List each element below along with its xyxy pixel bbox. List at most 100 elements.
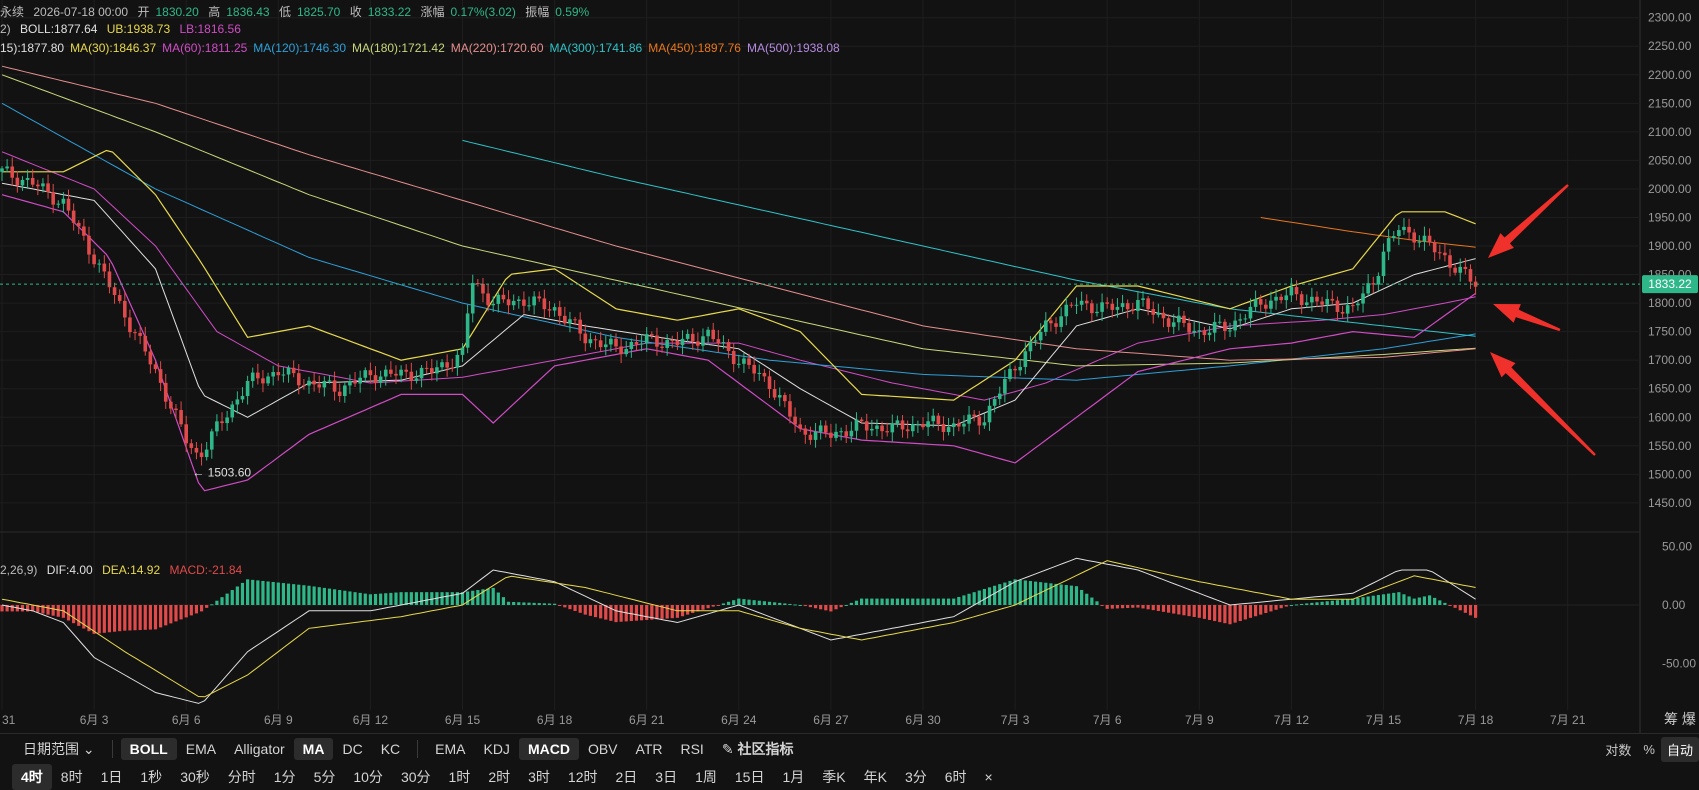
macd-histogram-bar — [1463, 605, 1467, 613]
community-indicators-button[interactable]: ✎ 社区指标 — [713, 736, 803, 762]
timeframe-10分[interactable]: 10分 — [344, 764, 392, 790]
timeframe-6时[interactable]: 6时 — [936, 764, 976, 790]
candle-body — [496, 294, 501, 304]
indicator-dc[interactable]: DC — [333, 738, 371, 760]
candle-body — [163, 382, 168, 402]
macd-histogram-bar — [128, 605, 132, 631]
candle-body — [905, 429, 910, 432]
macd-histogram-bar — [1294, 604, 1299, 606]
candle-body — [1253, 299, 1258, 307]
indicator-boll[interactable]: BOLL — [120, 738, 177, 760]
timeframe-2日[interactable]: 2日 — [606, 764, 646, 790]
time-tick-label: 6月 18 — [537, 713, 573, 727]
sub-indicator-rsi[interactable]: RSI — [671, 738, 712, 760]
bar-datetime: 2026-07-18 00:00 — [33, 5, 129, 19]
sub-indicator-ema[interactable]: EMA — [426, 738, 474, 760]
macd-histogram-bar — [1131, 605, 1135, 608]
macd-histogram-bar — [737, 598, 741, 605]
timeframe-1分[interactable]: 1分 — [265, 764, 305, 790]
macd-histogram-bar — [102, 605, 106, 633]
timeframe-3分[interactable]: 3分 — [896, 764, 936, 790]
sub-indicator-atr[interactable]: ATR — [627, 738, 672, 760]
timeframe-30分[interactable]: 30分 — [392, 764, 440, 790]
macd-histogram-bar — [148, 605, 152, 630]
low-annotation: ← 1503.60 — [192, 465, 251, 479]
indicator-ma[interactable]: MA — [293, 738, 334, 760]
timeframe-1周[interactable]: 1周 — [686, 764, 726, 790]
candle-body — [706, 329, 710, 337]
macd-histogram-bar — [706, 605, 710, 609]
close-icon[interactable]: × — [976, 766, 1002, 788]
timeframe-5分[interactable]: 5分 — [305, 764, 345, 790]
macd-histogram-bar — [450, 592, 454, 605]
macd-histogram-bar — [77, 605, 81, 626]
change-label: 涨幅 — [420, 5, 445, 19]
timeframe-8时[interactable]: 8时 — [52, 764, 92, 790]
macd-histogram-bar — [767, 601, 772, 605]
candle-body — [1202, 330, 1207, 336]
ohlc-header: 永续 2026-07-18 00:00 开 1830.20 高 1836.43 低1… — [0, 3, 595, 20]
timeframe-30秒[interactable]: 30秒 — [171, 764, 219, 790]
price-tick-label: 1600.00 — [1648, 410, 1692, 424]
macd-histogram-bar — [593, 605, 598, 618]
auto-scale-toggle[interactable]: 自动 — [1660, 736, 1699, 762]
date-range-label: 日期范围 — [23, 741, 79, 757]
sub-indicator-kdj[interactable]: KDJ — [474, 738, 518, 760]
candlestick-chart[interactable]: 2300.00 2250.00 2200.00 2150.00 2100.00 2050.… — [0, 0, 1699, 734]
candle-body — [619, 346, 623, 355]
timeframe-3时[interactable]: 3时 — [519, 764, 559, 790]
sub-indicator-obv[interactable]: OBV — [579, 738, 627, 760]
macd-histogram-bar — [322, 587, 326, 605]
macd-histogram-bar — [1074, 586, 1079, 605]
indicator-ema[interactable]: EMA — [177, 738, 225, 760]
indicator-kc[interactable]: KC — [372, 738, 409, 760]
percent-toggle[interactable]: % — [1637, 739, 1661, 760]
candle-body — [1171, 322, 1176, 327]
candle-body — [962, 423, 966, 427]
timeframe-15日[interactable]: 15日 — [726, 764, 774, 790]
candle-body — [1161, 312, 1166, 319]
timeframe-年K[interactable]: 年K — [855, 764, 896, 790]
timeframe-1月[interactable]: 1月 — [773, 764, 813, 790]
timeframe-4时[interactable]: 4时 — [12, 764, 52, 790]
macd-histogram-bar — [819, 605, 823, 610]
timeframe-1秒[interactable]: 1秒 — [131, 764, 171, 790]
price-tick-label: 1450.00 — [1648, 496, 1692, 510]
candle-body — [875, 425, 879, 429]
candle-body — [583, 333, 588, 344]
macd-histogram-bar — [747, 599, 751, 605]
sub-indicator-macd[interactable]: MACD — [518, 738, 579, 760]
macd-histogram-bar — [338, 590, 342, 605]
ma-legend-item: 15):1877.80 — [0, 41, 65, 55]
indicator-alligator[interactable]: Alligator — [225, 738, 294, 760]
macd-histogram-bar — [199, 605, 204, 612]
candle-body — [921, 423, 925, 428]
macd-histogram-bar — [911, 598, 915, 605]
candle-body — [1105, 302, 1109, 304]
divider — [111, 740, 113, 758]
macd-histogram-bar — [1253, 605, 1258, 617]
timeframe-分时[interactable]: 分时 — [219, 764, 265, 790]
macd-histogram-bar — [1468, 605, 1473, 616]
timeframe-2时[interactable]: 2时 — [479, 764, 519, 790]
candle-body — [1284, 295, 1289, 301]
log-scale-toggle[interactable]: 对数 — [1599, 737, 1637, 762]
price-tick-label: 1900.00 — [1648, 239, 1692, 253]
candle-body — [737, 363, 741, 365]
timeframe-3日[interactable]: 3日 — [646, 764, 686, 790]
macd-histogram-bar — [1448, 605, 1452, 606]
price-tick-label: 1550.00 — [1648, 439, 1692, 453]
macd-histogram-bar — [1417, 597, 1421, 605]
macd-histogram-bar — [1397, 592, 1401, 605]
timeframe-1日[interactable]: 1日 — [92, 764, 132, 790]
macd-histogram-bar — [834, 605, 838, 610]
timeframe-12时[interactable]: 12时 — [559, 764, 607, 790]
timeframe-季K[interactable]: 季K — [813, 764, 854, 790]
macd-histogram-bar — [1049, 583, 1053, 605]
macd-histogram-bar — [373, 593, 378, 605]
candle-body — [1228, 330, 1232, 332]
macd-histogram-bar — [614, 605, 618, 623]
timeframe-1时[interactable]: 1时 — [440, 764, 480, 790]
candle-body — [107, 271, 112, 288]
date-range-button[interactable]: 日期范围 ⌄ — [14, 736, 104, 762]
